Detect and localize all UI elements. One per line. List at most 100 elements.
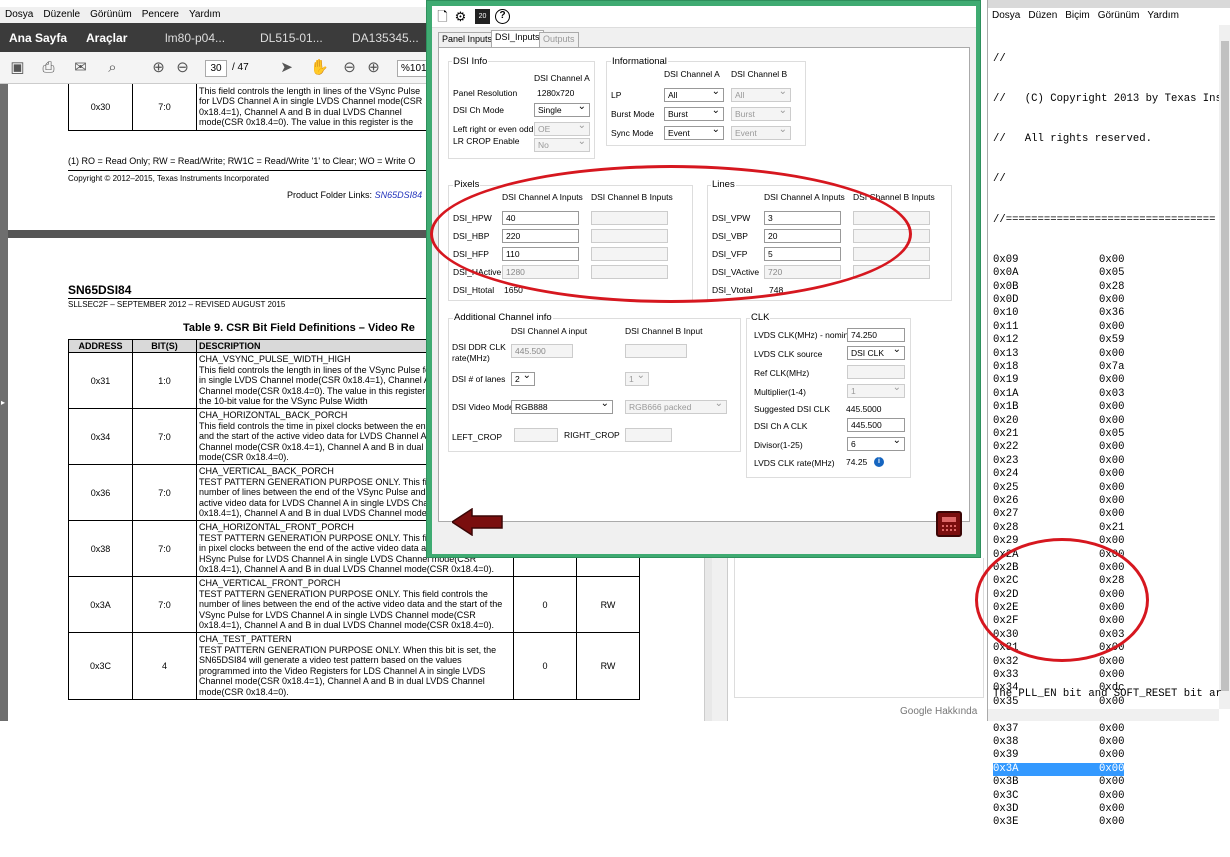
- menu-help[interactable]: Yardım: [184, 7, 226, 22]
- info-icon[interactable]: i: [874, 457, 884, 467]
- menu-file[interactable]: Dosya: [0, 7, 38, 22]
- new-file-icon[interactable]: 🗋: [435, 9, 450, 24]
- burst-label: Burst Mode: [611, 109, 655, 119]
- tab-doc-1[interactable]: lm80-p04...: [165, 31, 225, 45]
- register-value: 0x05: [1099, 427, 1125, 440]
- settings-icon[interactable]: ⚙: [453, 9, 468, 24]
- left-crop-input[interactable]: [514, 428, 558, 442]
- prev-page-icon[interactable]: ⊕: [150, 59, 167, 76]
- ch-mode-select[interactable]: Single: [534, 101, 590, 117]
- register-value: 0x00: [1099, 414, 1125, 427]
- ddr-a-input[interactable]: 445.500: [511, 344, 573, 358]
- product-link[interactable]: SN65DSI84: [375, 190, 423, 200]
- tab-doc-2[interactable]: DL515-01...: [260, 31, 323, 45]
- burst-b-select[interactable]: Burst: [731, 105, 791, 121]
- zoom-out-icon[interactable]: ⊖: [341, 59, 358, 76]
- ref-clk-input[interactable]: [847, 365, 905, 379]
- register-icon[interactable]: 20: [475, 9, 490, 24]
- hand-tool-icon[interactable]: ✋: [310, 59, 329, 76]
- register-address: 0x26: [993, 494, 1019, 507]
- register-line: 0x18 0x7a: [993, 361, 1218, 374]
- register-line: 0x21 0x05: [993, 428, 1218, 441]
- register-address: 0x3A: [993, 762, 1019, 775]
- video-mode-a-select[interactable]: RGB888: [511, 398, 613, 414]
- browser-scrollbar[interactable]: [712, 555, 728, 721]
- ch-mode-label: DSI Ch Mode: [453, 105, 505, 115]
- lp-b-select[interactable]: All: [731, 86, 791, 102]
- register-line: 0x12 0x59: [993, 334, 1218, 347]
- menu-format[interactable]: Biçim: [1061, 8, 1093, 23]
- zoom-in-icon[interactable]: ⊕: [365, 59, 382, 76]
- register-address: 0x23: [993, 454, 1019, 467]
- sync-a-select[interactable]: Event: [664, 124, 724, 140]
- zoom-input[interactable]: %101: [397, 60, 427, 77]
- notepad-text-area[interactable]: // // (C) Copyright 2013 by Texas Ins //…: [993, 26, 1222, 857]
- calculator-icon[interactable]: [936, 511, 962, 537]
- register-value: 0x00: [1099, 294, 1125, 307]
- menu-edit[interactable]: Düzenle: [38, 7, 85, 22]
- register-address: 0x0D: [993, 294, 1019, 307]
- sync-b-select[interactable]: Event: [731, 124, 791, 140]
- dsi-cha-clk-input[interactable]: 445.500: [847, 418, 905, 432]
- multiplier-select[interactable]: 1: [847, 382, 905, 398]
- register-line: 0x11 0x00: [993, 321, 1218, 334]
- pdf-toolbar: ▣ ⎙ ✉ ⌕ ⊕ ⊖ 30 / 47 ➤ ✋ ⊖ ⊕ %101: [0, 52, 430, 84]
- burst-a-select[interactable]: Burst: [664, 105, 724, 121]
- tab-dsi-inputs[interactable]: DSI_Inputs: [491, 30, 544, 47]
- header-line: //=================================: [993, 213, 1216, 226]
- save-icon[interactable]: ▣: [9, 59, 26, 76]
- video-mode-b-select[interactable]: RGB666 packed: [625, 398, 727, 414]
- register-value: 0x00: [1099, 320, 1125, 333]
- cell-default: 0: [513, 632, 577, 700]
- email-icon[interactable]: ✉: [72, 59, 89, 76]
- informational-title: Informational: [611, 56, 668, 67]
- register-value: 0x00: [1099, 374, 1125, 387]
- divisor-label: Divisor(1-25): [754, 440, 803, 450]
- cell-desc: TEST PATTERN GENERATION PURPOSE ONLY. Wh…: [199, 644, 497, 697]
- tab-panel-inputs[interactable]: Panel Inputs: [438, 32, 497, 47]
- tab-outputs[interactable]: Outputs: [539, 32, 579, 47]
- menu-view[interactable]: Görünüm: [1094, 8, 1144, 23]
- suggested-clk-value: 445.5000: [846, 404, 882, 414]
- register-line: 0x3B 0x00: [993, 776, 1218, 789]
- tab-home[interactable]: Ana Sayfa: [9, 31, 67, 45]
- menu-file[interactable]: Dosya: [988, 8, 1024, 23]
- col-header: DSI Channel B: [731, 69, 788, 79]
- search-icon[interactable]: ⌕: [104, 59, 121, 76]
- help-icon[interactable]: ?: [495, 9, 510, 24]
- ddr-b-input[interactable]: [625, 344, 687, 358]
- menu-window[interactable]: Pencere: [137, 7, 184, 22]
- page-number-input[interactable]: 30: [205, 60, 227, 77]
- lp-a-select[interactable]: All: [664, 86, 724, 102]
- scroll-thumb[interactable]: [1221, 41, 1229, 691]
- divider: [68, 170, 428, 171]
- register-line: 0x09 0x00: [993, 254, 1218, 267]
- divisor-select[interactable]: 6: [847, 435, 905, 451]
- suggested-clk-label: Suggested DSI CLK: [754, 404, 831, 414]
- tab-tools[interactable]: Araçlar: [86, 31, 127, 45]
- right-crop-input[interactable]: [625, 428, 672, 442]
- print-icon[interactable]: ⎙: [40, 59, 57, 76]
- next-page-icon[interactable]: ⊖: [174, 59, 191, 76]
- field-name: CHA_VERTICAL_FRONT_PORCH: [199, 578, 341, 589]
- header-line: // All rights reserved.: [993, 133, 1152, 146]
- menu-help[interactable]: Yardım: [1143, 8, 1183, 23]
- lr-select[interactable]: OE: [534, 120, 590, 136]
- google-about-link[interactable]: Google Hakkında: [900, 706, 977, 717]
- menu-edit[interactable]: Düzen: [1024, 8, 1061, 23]
- back-arrow-icon[interactable]: [452, 508, 504, 536]
- register-value: 0x00: [1099, 347, 1125, 360]
- tab-doc-3[interactable]: DA135345...: [352, 31, 419, 45]
- notepad-scrollbar[interactable]: [1219, 25, 1230, 709]
- lvds-nominal-input[interactable]: 74.250: [847, 328, 905, 342]
- lr-crop-select[interactable]: No: [534, 136, 590, 152]
- clk-source-select[interactable]: DSI CLK: [847, 344, 905, 360]
- menu-view[interactable]: Görünüm: [85, 7, 137, 22]
- expand-arrow-icon[interactable]: ▸: [1, 398, 5, 407]
- select-tool-icon[interactable]: ➤: [278, 59, 295, 76]
- register-line: 0x38 0x00: [993, 736, 1218, 749]
- notepad-hscrollbar[interactable]: [988, 709, 1219, 721]
- cell-bits: 4: [132, 632, 197, 700]
- lanes-b-select[interactable]: 1: [625, 370, 649, 386]
- lanes-a-select[interactable]: 2: [511, 370, 535, 386]
